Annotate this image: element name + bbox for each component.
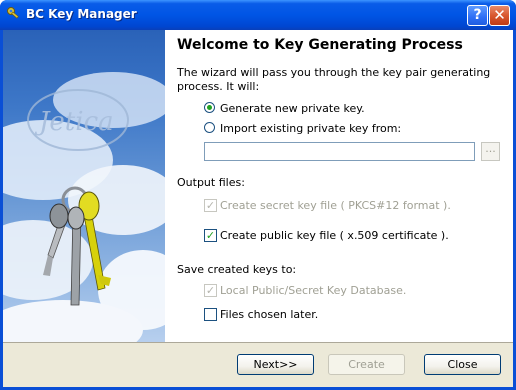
- help-icon: ?: [473, 7, 482, 23]
- import-key-label[interactable]: Import existing private key from:: [220, 122, 401, 135]
- import-path-input[interactable]: [204, 142, 475, 161]
- app-window: BC Key Manager ? ✕ Jetica Welcome to Key…: [0, 0, 516, 390]
- generate-key-label[interactable]: Generate new private key.: [220, 102, 365, 115]
- page-title: Welcome to Key Generating Process: [177, 37, 463, 53]
- svg-text:Jetica: Jetica: [34, 107, 114, 137]
- close-button[interactable]: Close: [424, 354, 501, 375]
- create-button[interactable]: Create: [328, 354, 405, 375]
- wizard-body: Jetica Welcome to Key Generating Process…: [3, 30, 513, 387]
- intro-text: The wizard will pass you through the key…: [177, 66, 491, 93]
- radio-button[interactable]: [204, 102, 215, 113]
- radio-button[interactable]: [204, 122, 215, 133]
- checkbox-box[interactable]: [204, 308, 217, 321]
- checkbox-box[interactable]: ✓: [204, 229, 217, 242]
- close-icon: ✕: [493, 6, 506, 24]
- checkbox-box[interactable]: ✓: [204, 199, 217, 212]
- output-files-label: Output files:: [177, 176, 245, 189]
- local-db-label[interactable]: Local Public/Secret Key Database.: [220, 284, 406, 297]
- side-illustration: Jetica: [3, 30, 165, 342]
- window-close-button[interactable]: ✕: [489, 5, 510, 26]
- files-later-label[interactable]: Files chosen later.: [220, 308, 318, 321]
- checkbox-box[interactable]: ✓: [204, 284, 217, 297]
- browse-button[interactable]: ...: [481, 142, 500, 161]
- window-title: BC Key Manager: [26, 7, 137, 21]
- help-button[interactable]: ?: [467, 5, 488, 26]
- save-keys-label: Save created keys to:: [177, 263, 297, 276]
- radio-selected-dot: [207, 105, 212, 110]
- secret-key-label[interactable]: Create secret key file ( PKCS#12 format …: [220, 199, 451, 212]
- keys-illustration: Jetica: [3, 72, 165, 342]
- next-button[interactable]: Next>>: [237, 354, 314, 375]
- button-bar: Next>> Create Close: [3, 343, 513, 387]
- public-key-label[interactable]: Create public key file ( x.509 certifica…: [220, 229, 449, 242]
- title-bar[interactable]: BC Key Manager ? ✕: [0, 0, 516, 30]
- key-app-icon: [7, 7, 19, 19]
